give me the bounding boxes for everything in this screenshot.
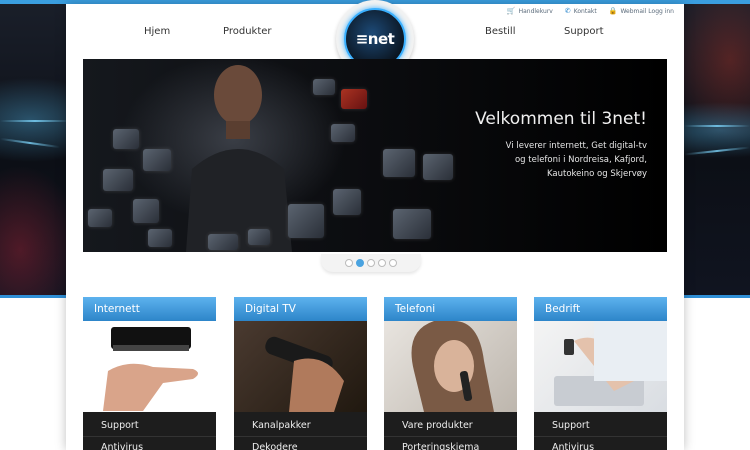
- router-image: [83, 321, 216, 412]
- page-container: 🛒 Handlekurv ✆ Kontakt 🔒 Webmail Logg in…: [66, 0, 684, 450]
- webmail-login-label: Webmail Logg inn: [620, 7, 674, 15]
- card-telefoni: Telefoni Vare produkter Porteringskjema: [384, 297, 517, 450]
- card-internett: Internett Support Antivirus: [83, 297, 216, 450]
- card-link-support[interactable]: Support: [83, 415, 216, 436]
- channel-tile: [103, 169, 133, 191]
- phone-icon: ✆: [564, 7, 571, 15]
- webmail-login-link[interactable]: 🔒 Webmail Logg inn: [609, 7, 674, 15]
- contact-link[interactable]: ✆ Kontakt: [565, 7, 597, 15]
- card-link-support[interactable]: Support: [534, 415, 667, 436]
- nav-order[interactable]: Bestill: [485, 26, 515, 37]
- channel-tile: [333, 189, 361, 215]
- channel-tile: [341, 89, 367, 109]
- channel-tile: [331, 124, 355, 142]
- nav-products[interactable]: Produkter: [223, 26, 272, 37]
- card-title[interactable]: Bedrift: [534, 297, 667, 321]
- cart-icon: 🛒: [506, 7, 516, 15]
- channel-tile: [113, 129, 139, 149]
- hero-title: Velkommen til 3net!: [475, 109, 647, 129]
- channel-tile: [393, 209, 431, 239]
- card-link-channel-packages[interactable]: Kanalpakker: [234, 415, 367, 436]
- card-link-decoders[interactable]: Dekodere: [234, 436, 367, 450]
- utility-bar: 🛒 Handlekurv ✆ Kontakt 🔒 Webmail Logg in…: [507, 4, 674, 18]
- slider-dot[interactable]: [389, 259, 397, 267]
- channel-tile: [248, 229, 270, 245]
- channel-tile: [383, 149, 415, 177]
- channel-tile: [88, 209, 112, 227]
- woman-phone-image: [384, 321, 517, 412]
- channel-tile: [148, 229, 172, 247]
- slider-dot-active[interactable]: [356, 259, 364, 267]
- channel-tile: [423, 154, 453, 180]
- hero-text: Vi leverer internett, Get digital-tv og …: [505, 141, 647, 179]
- channel-tile: [208, 234, 238, 250]
- contact-link-label: Kontakt: [573, 7, 597, 15]
- light-streak: [0, 120, 70, 122]
- nav-support[interactable]: Support: [564, 26, 604, 37]
- light-streak: [684, 125, 750, 127]
- hero-person-image: [186, 65, 292, 252]
- channel-tile: [313, 79, 335, 95]
- card-title[interactable]: Telefoni: [384, 297, 517, 321]
- slider-dot[interactable]: [345, 259, 353, 267]
- cart-link-label: Handlekurv: [518, 7, 553, 15]
- card-bedrift: Bedrift Support Antivirus: [534, 297, 667, 450]
- channel-tile: [288, 204, 324, 238]
- nav-home[interactable]: Hjem: [144, 26, 170, 37]
- business-laptop-image: [534, 321, 667, 412]
- remote-control-image: [234, 321, 367, 412]
- card-link-porting-form[interactable]: Porteringskjema: [384, 436, 517, 450]
- channel-tile: [143, 149, 171, 171]
- card-link-our-products[interactable]: Vare produkter: [384, 415, 517, 436]
- lock-icon: 🔒: [608, 7, 618, 15]
- cart-link[interactable]: 🛒 Handlekurv: [507, 7, 553, 15]
- slider-dot[interactable]: [378, 259, 386, 267]
- channel-tile: [133, 199, 159, 223]
- card-digital-tv: Digital TV Kanalpakker Dekodere: [234, 297, 367, 450]
- slider-pagination: [321, 254, 421, 272]
- slider-dot[interactable]: [367, 259, 375, 267]
- hero-banner[interactable]: Velkommen til 3net! Vi leverer internett…: [83, 59, 667, 252]
- card-title[interactable]: Internett: [83, 297, 216, 321]
- card-title[interactable]: Digital TV: [234, 297, 367, 321]
- card-link-antivirus[interactable]: Antivirus: [534, 436, 667, 450]
- card-link-antivirus[interactable]: Antivirus: [83, 436, 216, 450]
